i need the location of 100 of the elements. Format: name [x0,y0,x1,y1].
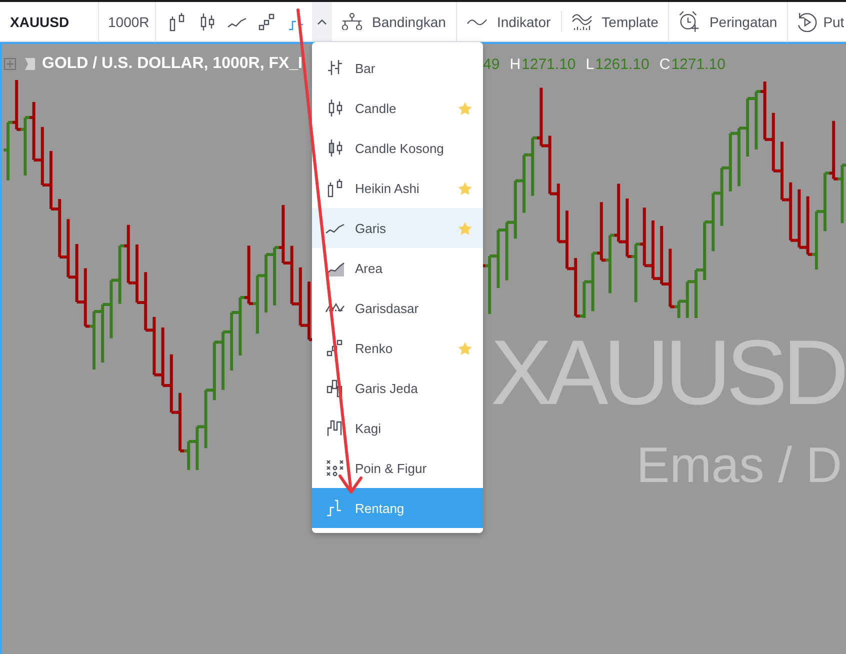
chart-type-option[interactable]: Candle [312,88,483,128]
falling-range-bar [638,206,650,268]
rising-range-bar [518,153,530,214]
chart-type-option[interactable]: Garis Jeda [312,368,483,408]
chart-type-option[interactable]: Candle Kosong [312,128,483,168]
legend-label: L [586,56,594,72]
falling-range-bar [612,182,624,244]
rising-range-bar [707,192,719,253]
alerts-button[interactable]: Peringatan [669,2,788,41]
falling-range-bar [71,242,83,304]
legend-label: H [510,56,521,72]
falling-range-bar [10,78,22,131]
star-icon[interactable] [458,342,472,354]
falling-range-bar [243,244,255,306]
rising-range-bar [750,90,762,151]
falling-range-bar [62,218,74,279]
alarm-clock-icon [679,10,700,32]
indicators-button[interactable]: Indikator [456,2,561,41]
falling-range-bar [784,180,796,242]
rising-range-bar [733,126,745,188]
falling-range-bar [544,134,556,196]
falling-range-bar [647,219,659,280]
falling-range-bar [759,80,771,141]
bricks-icon [325,338,345,358]
falling-range-bar [621,196,633,258]
falling-range-bar [802,194,814,256]
rising-range-bar [819,172,831,233]
rising-range-bar [19,116,31,177]
falling-range-bar [561,209,573,270]
rising-range-bar [698,220,710,282]
rising-range-bar [604,234,616,295]
legend-value: 1261.10 [595,56,650,72]
chart-type-option[interactable]: Renko [312,328,483,368]
rising-range-bar [252,274,264,336]
rising-range-bar [810,210,822,272]
legend-value: 1271.10 [671,56,726,72]
columns-icon [325,378,345,398]
symbol-button[interactable]: XAUUSD [0,2,99,41]
waves-bars-icon [572,12,592,30]
rising-range-bar [836,164,846,225]
falling-range-bar [80,266,92,328]
candles-icon [325,178,345,198]
falling-range-bar [294,266,306,327]
chart-type-dropdown-button[interactable] [312,2,332,41]
chart-type-option[interactable]: Kagi [312,408,483,448]
rising-range-bar [492,228,504,290]
falling-range-bar [656,224,668,286]
legend-value: 49 [483,56,500,72]
falling-range-bar [122,223,134,284]
replay-button[interactable]: Put [788,2,844,41]
crosses-circles-icon [325,458,345,478]
scale-icon [342,12,362,30]
candles-icon [167,12,187,32]
templates-button[interactable]: Template [562,2,668,41]
rising-range-bar [690,268,702,320]
chart-type-option[interactable]: Garisdasar [312,288,483,328]
rising-range-bar [217,330,229,392]
chart-type-option[interactable]: Heikin Ashi [312,168,483,208]
ohlc-bars-icon [325,58,345,78]
chart-type-option[interactable]: Bar [312,48,483,88]
star-icon[interactable] [458,222,472,234]
rising-range-bar [268,246,280,307]
chart-type-option[interactable]: Area [312,248,483,288]
rising-range-bar [260,252,272,314]
rising-range-bar [200,388,212,450]
rising-range-bar [96,302,108,364]
compare-button[interactable]: Bandingkan [332,2,456,41]
falling-range-bar [570,256,582,318]
falling-range-bar [174,391,186,452]
rising-range-bar [114,244,126,306]
rising-range-bar [526,136,538,198]
star-icon[interactable] [458,182,472,194]
rising-range-bar [742,96,754,158]
replay-icon [797,12,818,32]
chart-type-option[interactable]: Garis [312,208,483,248]
falling-range-bar [277,204,289,265]
interval-button[interactable]: 1000R [99,2,156,41]
falling-range-bar [131,243,143,304]
falling-range-bar [45,149,57,210]
falling-range-bar [596,200,608,262]
falling-range-bar [776,140,788,202]
falling-range-bar [148,315,160,376]
caret-icon [317,18,327,24]
falling-range-bar [303,280,315,342]
falling-range-bar [535,86,547,148]
star-icon[interactable] [458,102,472,114]
bricks-icon [257,12,277,32]
falling-range-bar [793,188,805,249]
falling-range-bar [28,100,40,162]
rising-range-bar [2,120,14,182]
expand-icon[interactable] [4,58,16,70]
falling-range-bar [768,111,780,172]
rising-range-bar [501,220,513,282]
falling-range-bar [36,126,48,186]
falling-range-bar [828,119,840,180]
rising-range-bar [510,179,522,240]
rising-range-bar [105,278,117,340]
falling-range-bar [166,352,178,414]
flag-icon [25,58,35,70]
chart-type-option[interactable]: Poin & Figur [312,448,483,488]
